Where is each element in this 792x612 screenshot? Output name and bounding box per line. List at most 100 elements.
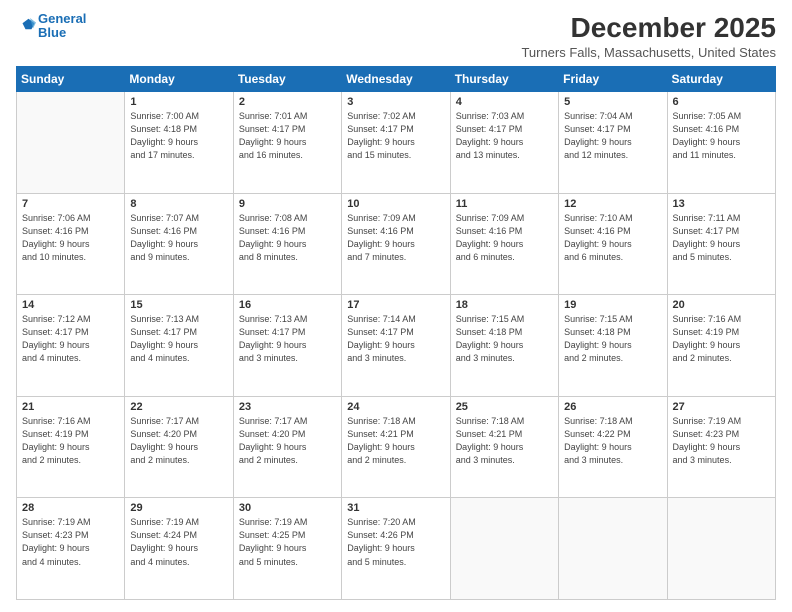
calendar-cell: 11 Sunrise: 7:09 AMSunset: 4:16 PMDayligh… <box>450 193 558 295</box>
calendar-cell: 18 Sunrise: 7:15 AMSunset: 4:18 PMDayligh… <box>450 295 558 397</box>
calendar-cell: 4 Sunrise: 7:03 AMSunset: 4:17 PMDaylight… <box>450 92 558 194</box>
day-number: 15 <box>130 299 227 311</box>
calendar-subtitle: Turners Falls, Massachusetts, United Sta… <box>521 45 776 60</box>
day-number: 26 <box>564 401 661 413</box>
logo-text-blue: Blue <box>38 26 86 40</box>
weekday-header: Wednesday <box>342 67 450 92</box>
calendar-title: December 2025 <box>521 12 776 44</box>
day-number: 30 <box>239 502 336 514</box>
calendar-cell: 27 Sunrise: 7:19 AMSunset: 4:23 PMDayligh… <box>667 396 775 498</box>
weekday-header: Tuesday <box>233 67 341 92</box>
day-info: Sunrise: 7:10 AMSunset: 4:16 PMDaylight:… <box>564 212 661 264</box>
day-info: Sunrise: 7:14 AMSunset: 4:17 PMDaylight:… <box>347 313 444 365</box>
day-info: Sunrise: 7:18 AMSunset: 4:22 PMDaylight:… <box>564 415 661 467</box>
calendar-cell: 25Sunrise: 7:18 AMSunset: 4:21 PMDayligh… <box>450 396 558 498</box>
day-number: 10 <box>347 198 444 210</box>
day-number: 24 <box>347 401 444 413</box>
weekday-header: Thursday <box>450 67 558 92</box>
day-info: Sunrise: 7:03 AMSunset: 4:17 PMDaylight:… <box>456 110 553 162</box>
day-number: 28 <box>22 502 119 514</box>
calendar-cell: 6 Sunrise: 7:05 AMSunset: 4:16 PMDaylight… <box>667 92 775 194</box>
day-number: 9 <box>239 198 336 210</box>
day-number: 11 <box>456 198 553 210</box>
day-number: 16 <box>239 299 336 311</box>
day-number: 23 <box>239 401 336 413</box>
calendar-cell: 20 Sunrise: 7:16 AMSunset: 4:19 PMDayligh… <box>667 295 775 397</box>
day-info: Sunrise: 7:19 AMSunset: 4:24 PMDaylight:… <box>130 516 227 568</box>
calendar-cell: 2 Sunrise: 7:01 AMSunset: 4:17 PMDaylight… <box>233 92 341 194</box>
day-info: Sunrise: 7:11 AMSunset: 4:17 PMDaylight:… <box>673 212 770 264</box>
calendar-cell: 13 Sunrise: 7:11 AMSunset: 4:17 PMDayligh… <box>667 193 775 295</box>
calendar-cell <box>667 498 775 600</box>
day-number: 29 <box>130 502 227 514</box>
calendar-cell: 14 Sunrise: 7:12 AMSunset: 4:17 PMDayligh… <box>17 295 125 397</box>
day-info: Sunrise: 7:13 AMSunset: 4:17 PMDaylight:… <box>239 313 336 365</box>
day-info: Sunrise: 7:20 AMSunset: 4:26 PMDaylight:… <box>347 516 444 568</box>
day-info: Sunrise: 7:09 AMSunset: 4:16 PMDaylight:… <box>347 212 444 264</box>
day-number: 5 <box>564 96 661 108</box>
title-block: December 2025 Turners Falls, Massachuset… <box>521 12 776 60</box>
calendar-cell: 22Sunrise: 7:17 AMSunset: 4:20 PMDayligh… <box>125 396 233 498</box>
calendar-week-row: 21Sunrise: 7:16 AMSunset: 4:19 PMDayligh… <box>17 396 776 498</box>
day-number: 12 <box>564 198 661 210</box>
weekday-header: Sunday <box>17 67 125 92</box>
calendar-cell: 31 Sunrise: 7:20 AMSunset: 4:26 PMDayligh… <box>342 498 450 600</box>
calendar-cell: 30 Sunrise: 7:19 AMSunset: 4:25 PMDayligh… <box>233 498 341 600</box>
day-info: Sunrise: 7:09 AMSunset: 4:16 PMDaylight:… <box>456 212 553 264</box>
day-info: Sunrise: 7:18 AMSunset: 4:21 PMDaylight:… <box>347 415 444 467</box>
calendar-cell: 23 Sunrise: 7:17 AMSunset: 4:20 PMDayligh… <box>233 396 341 498</box>
day-info: Sunrise: 7:05 AMSunset: 4:16 PMDaylight:… <box>673 110 770 162</box>
weekday-header: Monday <box>125 67 233 92</box>
calendar-cell: 28 Sunrise: 7:19 AMSunset: 4:23 PMDayligh… <box>17 498 125 600</box>
day-info: Sunrise: 7:12 AMSunset: 4:17 PMDaylight:… <box>22 313 119 365</box>
calendar-week-row: 28 Sunrise: 7:19 AMSunset: 4:23 PMDayligh… <box>17 498 776 600</box>
calendar-cell <box>17 92 125 194</box>
day-info: Sunrise: 7:15 AMSunset: 4:18 PMDaylight:… <box>456 313 553 365</box>
day-info: Sunrise: 7:17 AMSunset: 4:20 PMDaylight:… <box>239 415 336 467</box>
day-info: Sunrise: 7:19 AMSunset: 4:23 PMDaylight:… <box>22 516 119 568</box>
calendar-cell: 9Sunrise: 7:08 AMSunset: 4:16 PMDaylight… <box>233 193 341 295</box>
calendar-cell <box>450 498 558 600</box>
day-number: 14 <box>22 299 119 311</box>
weekday-header: Saturday <box>667 67 775 92</box>
day-number: 6 <box>673 96 770 108</box>
calendar-week-row: 7Sunrise: 7:06 AMSunset: 4:16 PMDaylight… <box>17 193 776 295</box>
day-info: Sunrise: 7:17 AMSunset: 4:20 PMDaylight:… <box>130 415 227 467</box>
calendar-week-row: 1Sunrise: 7:00 AMSunset: 4:18 PMDaylight… <box>17 92 776 194</box>
calendar-cell: 8Sunrise: 7:07 AMSunset: 4:16 PMDaylight… <box>125 193 233 295</box>
calendar-cell: 29 Sunrise: 7:19 AMSunset: 4:24 PMDayligh… <box>125 498 233 600</box>
calendar-cell: 26 Sunrise: 7:18 AMSunset: 4:22 PMDayligh… <box>559 396 667 498</box>
day-number: 3 <box>347 96 444 108</box>
day-info: Sunrise: 7:15 AMSunset: 4:18 PMDaylight:… <box>564 313 661 365</box>
calendar-cell: 17Sunrise: 7:14 AMSunset: 4:17 PMDayligh… <box>342 295 450 397</box>
calendar-table: SundayMondayTuesdayWednesdayThursdayFrid… <box>16 66 776 600</box>
day-number: 21 <box>22 401 119 413</box>
day-info: Sunrise: 7:13 AMSunset: 4:17 PMDaylight:… <box>130 313 227 365</box>
calendar-cell: 19 Sunrise: 7:15 AMSunset: 4:18 PMDayligh… <box>559 295 667 397</box>
calendar-cell: 15 Sunrise: 7:13 AMSunset: 4:17 PMDayligh… <box>125 295 233 397</box>
day-number: 20 <box>673 299 770 311</box>
calendar-cell: 1Sunrise: 7:00 AMSunset: 4:18 PMDaylight… <box>125 92 233 194</box>
day-info: Sunrise: 7:19 AMSunset: 4:25 PMDaylight:… <box>239 516 336 568</box>
day-number: 4 <box>456 96 553 108</box>
day-info: Sunrise: 7:01 AMSunset: 4:17 PMDaylight:… <box>239 110 336 162</box>
weekday-header: Friday <box>559 67 667 92</box>
header: General Blue December 2025 Turners Falls… <box>16 12 776 60</box>
day-info: Sunrise: 7:19 AMSunset: 4:23 PMDaylight:… <box>673 415 770 467</box>
calendar-cell <box>559 498 667 600</box>
day-number: 19 <box>564 299 661 311</box>
calendar-cell: 7Sunrise: 7:06 AMSunset: 4:16 PMDaylight… <box>17 193 125 295</box>
day-number: 7 <box>22 198 119 210</box>
calendar-week-row: 14 Sunrise: 7:12 AMSunset: 4:17 PMDayligh… <box>17 295 776 397</box>
day-number: 31 <box>347 502 444 514</box>
day-number: 8 <box>130 198 227 210</box>
calendar-cell: 10 Sunrise: 7:09 AMSunset: 4:16 PMDayligh… <box>342 193 450 295</box>
calendar-cell: 3Sunrise: 7:02 AMSunset: 4:17 PMDaylight… <box>342 92 450 194</box>
day-number: 18 <box>456 299 553 311</box>
day-number: 27 <box>673 401 770 413</box>
day-number: 2 <box>239 96 336 108</box>
calendar-cell: 24 Sunrise: 7:18 AMSunset: 4:21 PMDayligh… <box>342 396 450 498</box>
day-number: 13 <box>673 198 770 210</box>
day-info: Sunrise: 7:04 AMSunset: 4:17 PMDaylight:… <box>564 110 661 162</box>
day-info: Sunrise: 7:16 AMSunset: 4:19 PMDaylight:… <box>673 313 770 365</box>
